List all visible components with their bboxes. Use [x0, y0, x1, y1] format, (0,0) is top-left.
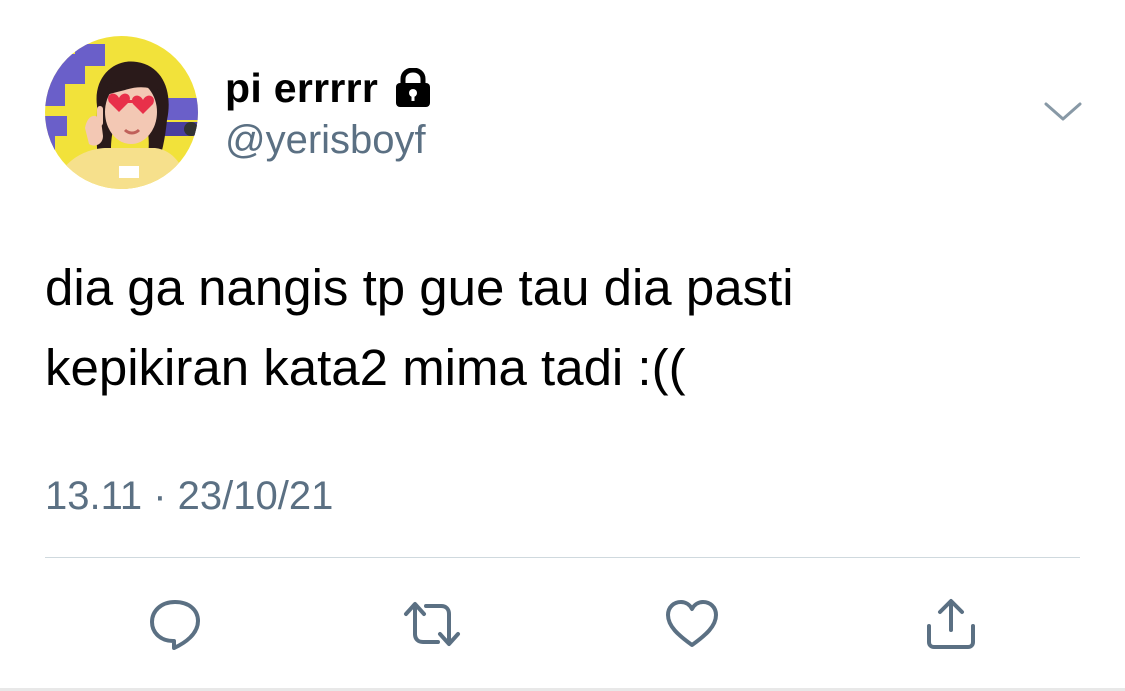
tweet-timestamp[interactable]: 13.11 · 23/10/21 [45, 474, 333, 519]
display-name[interactable]: pi errrrr [225, 65, 378, 112]
lock-icon [394, 66, 432, 113]
retweet-icon [402, 596, 462, 652]
author-handle[interactable]: @yerisboyf [225, 118, 426, 163]
like-button[interactable] [662, 596, 722, 652]
avatar[interactable] [45, 36, 198, 189]
reply-button[interactable] [145, 596, 205, 652]
speech-bubble-icon [147, 596, 203, 652]
tweet-text: dia ga nangis tp gue tau dia pasti kepik… [45, 259, 794, 396]
divider [45, 557, 1080, 558]
retweet-button[interactable] [402, 596, 462, 652]
profile-photo [45, 36, 198, 189]
share-icon [923, 596, 979, 652]
heart-icon [664, 596, 720, 652]
chevron-down-icon[interactable] [1040, 96, 1086, 126]
author-name-row: pi errrrr [225, 62, 432, 114]
share-button[interactable] [921, 596, 981, 652]
